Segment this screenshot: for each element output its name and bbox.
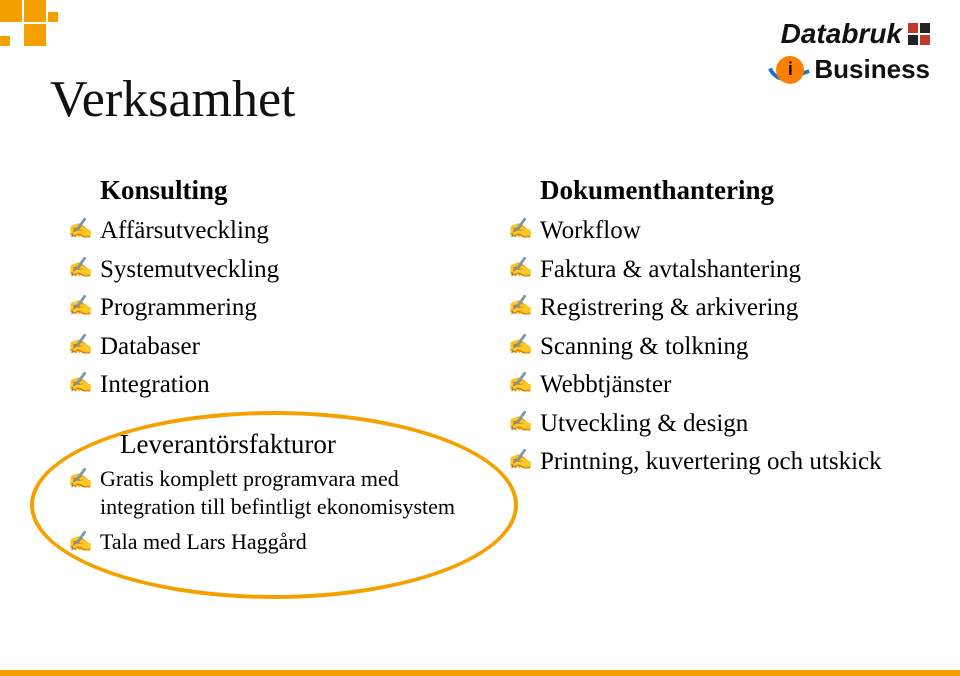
body-columns: Konsulting Affärsutveckling Systemutveck… xyxy=(60,175,930,656)
corner-decoration xyxy=(0,0,120,60)
slide: Databruk i Business Verksamhet Konsultin… xyxy=(0,0,960,676)
bottom-stripe xyxy=(0,670,960,676)
callout-heading: Leverantörsfakturor xyxy=(120,429,490,460)
logo-databruk-text: Databruk xyxy=(781,18,902,50)
left-heading: Konsulting xyxy=(100,175,490,206)
list-item: Integration xyxy=(60,366,490,405)
logo-ibusiness: i Business xyxy=(776,54,930,85)
i-dot-icon: i xyxy=(776,56,804,84)
logo-ibusiness-text: Business xyxy=(814,54,930,85)
databruk-icon xyxy=(908,23,930,45)
logo-area: Databruk i Business xyxy=(776,18,930,85)
list-item: Printning, kuvertering och utskick xyxy=(500,443,930,482)
list-item: Faktura & avtalshantering xyxy=(500,251,930,290)
callout-list: Gratis komplett programvara med integrat… xyxy=(60,462,490,560)
left-list: Affärsutveckling Systemutveckling Progra… xyxy=(60,212,490,405)
left-column: Konsulting Affärsutveckling Systemutveck… xyxy=(60,175,490,656)
list-item: Affärsutveckling xyxy=(60,212,490,251)
slide-title: Verksamhet xyxy=(50,70,295,129)
right-column: Dokumenthantering Workflow Faktura & avt… xyxy=(500,175,930,656)
list-item: Programmering xyxy=(60,289,490,328)
right-list: Workflow Faktura & avtalshantering Regis… xyxy=(500,212,930,482)
logo-databruk: Databruk xyxy=(776,18,930,50)
callout-oval: Leverantörsfakturor Gratis komplett prog… xyxy=(60,419,490,560)
list-item: Webbtjänster xyxy=(500,366,930,405)
list-item: Tala med Lars Haggård xyxy=(60,525,490,560)
list-item: Databaser xyxy=(60,328,490,367)
list-item: Utveckling & design xyxy=(500,405,930,444)
list-item: Systemutveckling xyxy=(60,251,490,290)
list-item: Workflow xyxy=(500,212,930,251)
list-item: Gratis komplett programvara med integrat… xyxy=(60,462,490,525)
list-item: Scanning & tolkning xyxy=(500,328,930,367)
list-item: Registrering & arkivering xyxy=(500,289,930,328)
right-heading: Dokumenthantering xyxy=(540,175,930,206)
